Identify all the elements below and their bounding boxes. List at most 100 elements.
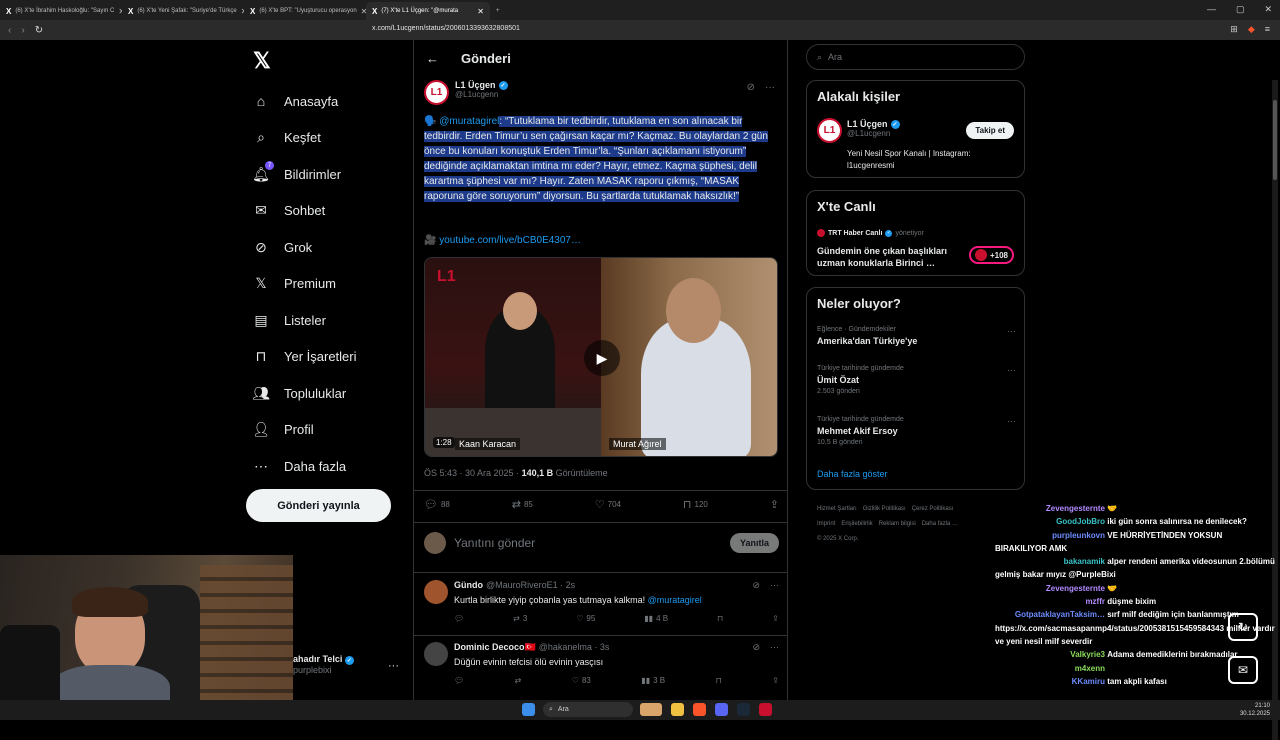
chat-username[interactable]: purpleunkovn	[995, 529, 1105, 542]
account-more-icon[interactable]: ···	[388, 660, 399, 672]
share-icon[interactable]: ⇪	[772, 614, 779, 623]
author-handle[interactable]: @L1ucgenn	[455, 90, 508, 99]
post-button[interactable]: Gönderi yayınla	[246, 489, 391, 522]
messages-fab-icon[interactable]: ✉	[1228, 656, 1258, 684]
show-more-link[interactable]: Daha fazla göster	[817, 469, 888, 479]
grok-analyze-icon[interactable]: ⊘	[752, 580, 760, 591]
back-arrow-icon[interactable]: ←	[426, 51, 439, 66]
repost-action[interactable]: ⇄ 3	[513, 614, 527, 623]
file-explorer-icon[interactable]	[671, 703, 684, 716]
chat-username[interactable]: Zevengesternte	[995, 582, 1105, 595]
tweet-more-icon[interactable]: ···	[765, 82, 775, 93]
chat-username[interactable]: m4xenn	[995, 662, 1105, 675]
reply-input[interactable]: Yanıtını gönder	[454, 536, 535, 550]
nav-item-search[interactable]: ⌕ Keşfet	[252, 120, 357, 157]
account-switcher[interactable]: ahadır Telci ✓ purplebixi	[293, 654, 354, 675]
live-host-row[interactable]: TRT Haber Canlı ✓ yönetiyor	[817, 229, 924, 237]
bookmark-action[interactable]: ⊓ 120	[683, 498, 708, 511]
nav-item-community[interactable]: 👥︎ Topluluklar	[252, 375, 357, 412]
grok-analyze-icon[interactable]: ⊘	[752, 642, 760, 653]
close-window-icon[interactable]: ✕	[1264, 4, 1272, 15]
taskbar-search[interactable]: ⌕ Ara	[543, 702, 633, 717]
reply-handle[interactable]: @MauroRiveroE1 · 2s	[486, 580, 575, 590]
tab-close-icon[interactable]: ✕	[477, 7, 484, 16]
extension-icon[interactable]: ⊞	[1230, 24, 1238, 35]
reply-button[interactable]: Yanıtla	[729, 533, 779, 553]
share-icon[interactable]: ⇪	[772, 676, 779, 685]
food-widget-icon[interactable]	[640, 703, 662, 716]
nav-item-x[interactable]: 𝕏 Premium	[252, 266, 357, 303]
back-icon[interactable]: ‹	[8, 25, 11, 36]
reply-avatar[interactable]	[424, 642, 448, 666]
brave-icon[interactable]	[693, 703, 706, 716]
tweet-time[interactable]: ÖS 5:43 · 30 Ara 2025 ·	[424, 468, 522, 478]
steam-icon[interactable]	[737, 703, 750, 716]
browser-tab[interactable]: X(6) X'te Yeni Şafak: "Suriye'de Türkçe✕	[122, 2, 244, 20]
refresh-overlay-icon[interactable]: ↻	[1228, 613, 1258, 641]
forward-icon[interactable]: ›	[21, 25, 24, 36]
app-icon[interactable]	[759, 703, 772, 716]
windows-start-icon[interactable]	[522, 703, 535, 716]
chat-username[interactable]: bakanamik	[995, 555, 1105, 568]
nav-item-more[interactable]: ⋯ Daha fazla	[252, 448, 357, 485]
bookmark-icon[interactable]: ⊓	[717, 614, 723, 623]
trend-item[interactable]: Eğlence · Gündemdekiler Amerika'dan Türk…	[817, 326, 1016, 346]
url-field[interactable]: x.com/L1ucgenn/status/200601339363280850…	[372, 25, 520, 32]
reply-icon[interactable]: 💬︎	[454, 614, 464, 623]
like-action[interactable]: ♡ 95	[576, 614, 595, 623]
tweet-author[interactable]: L1 L1 Üçgen ✓ @L1ucgenn	[424, 80, 508, 105]
play-icon[interactable]: ▶	[584, 340, 620, 376]
like-action[interactable]: ♡ 704	[595, 498, 621, 511]
bookmark-icon[interactable]: ⊓	[716, 676, 722, 685]
browser-tab[interactable]: X (6) X'te İbrahim Haskoloğlu: "Sayın C ✕	[0, 2, 122, 20]
views-action[interactable]: ▮▮ 4 B	[644, 614, 668, 623]
repost-action[interactable]: ⇄ 85	[512, 498, 533, 511]
nav-item-home[interactable]: ⌂ Anasayfa	[252, 83, 357, 120]
footer-link[interactable]: Imprint	[817, 521, 835, 527]
trend-more-icon[interactable]: ···	[1007, 326, 1016, 336]
chat-username[interactable]: Valkyrie3	[995, 648, 1105, 661]
views-action[interactable]: ▮▮ 3 B	[641, 676, 665, 685]
reply-name[interactable]: Dominic Decoco🇹🇷	[454, 642, 536, 653]
discord-icon[interactable]	[715, 703, 728, 716]
chat-username[interactable]: GoodJobBro	[995, 515, 1105, 528]
trend-more-icon[interactable]: ···	[1007, 416, 1016, 426]
nav-item-bell[interactable]: 🔔︎ 7 Bildirimler	[252, 156, 357, 193]
reply-more-icon[interactable]: ···	[770, 580, 779, 591]
maximize-icon[interactable]: ▢	[1236, 4, 1245, 15]
footer-link[interactable]: Daha fazla …	[922, 521, 958, 527]
taskbar-clock[interactable]: 21:10 30.12.2025	[1240, 702, 1270, 718]
grok-analyze-icon[interactable]: ⊘	[747, 82, 755, 93]
x-logo-icon[interactable]: 𝕏	[253, 48, 271, 74]
minimize-icon[interactable]: —	[1207, 4, 1216, 15]
chat-username[interactable]: Zevengesternte	[995, 502, 1105, 515]
new-tab-icon[interactable]: +	[490, 2, 510, 20]
nav-item-mail[interactable]: ✉ Sohbet	[252, 193, 357, 230]
footer-link[interactable]: Çerez Politikası	[912, 506, 954, 512]
live-desc[interactable]: Gündemin öne çıkan başlıkları uzman konu…	[817, 245, 957, 269]
menu-icon[interactable]: ≡	[1265, 24, 1270, 35]
browser-tab[interactable]: X (6) X'te BPT: "Uyuşturucu operasyon ✕	[244, 2, 366, 20]
footer-link[interactable]: © 2025 X Corp.	[817, 536, 858, 542]
reply-item[interactable]: Dominic Decoco🇹🇷 @hakanelma · 3s Düğün ev…	[424, 642, 779, 692]
reply-avatar[interactable]	[424, 580, 448, 604]
trend-item[interactable]: Türkiye tarihinde gündemde Mehmet Akif E…	[817, 416, 1016, 446]
reply-handle[interactable]: @hakanelma · 3s	[539, 642, 610, 653]
nav-item-list[interactable]: ▤ Listeler	[252, 302, 357, 339]
reload-icon[interactable]: ↻	[35, 25, 43, 36]
reply-item[interactable]: Gündo @MauroRiveroE1 · 2s Kurtla birlikte…	[424, 580, 779, 630]
footer-link[interactable]: Gizlilik Politikası	[863, 506, 906, 512]
trend-item[interactable]: Türkiye tarihinde gündemde Ümit Özat 2.5…	[817, 365, 1016, 395]
nav-item-bookmark[interactable]: ⊓ Yer İşaretleri	[252, 339, 357, 376]
search-input[interactable]: ⌕ Ara	[806, 44, 1025, 70]
tweet-video[interactable]: L1 1:28 Kaan Karacan Murat Ağırel ▶	[424, 257, 778, 457]
reply-action[interactable]: 💬︎ 88	[424, 498, 450, 511]
reply-name[interactable]: Gündo	[454, 580, 483, 590]
reply-mention[interactable]: @muratagirel	[648, 595, 702, 605]
related-handle[interactable]: @L1ucgenn	[847, 129, 900, 138]
chat-username[interactable]: GotpataklayanTaksim…	[995, 608, 1105, 621]
repost-icon[interactable]: ⇄	[515, 676, 522, 685]
tweet-link[interactable]: 🎥 youtube.com/live/bCB0E4307…	[424, 235, 581, 246]
author-name[interactable]: L1 Üçgen	[455, 80, 496, 90]
reply-icon[interactable]: 💬︎	[454, 676, 464, 685]
